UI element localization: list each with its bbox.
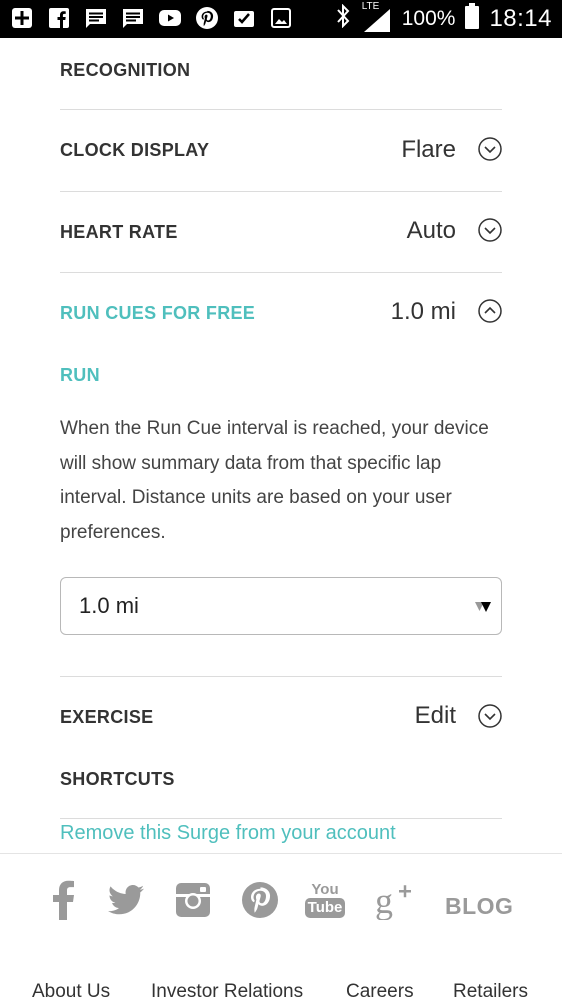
image-icon (269, 6, 293, 30)
recognition-label: RECOGNITION (60, 60, 191, 80)
facebook-notification-icon (47, 6, 71, 30)
network-type: LTE (361, 1, 380, 12)
battery-percent: 100% (401, 7, 456, 30)
select-value: 1.0 mi (79, 593, 139, 618)
add-box-icon (10, 6, 34, 30)
run-cue-description: When the Run Cue interval is reached, yo… (60, 418, 489, 543)
investor-relations-link[interactable]: Investor Relations (151, 981, 303, 999)
youtube-wordmark-bottom: Tube (304, 898, 346, 918)
remove-device-link[interactable]: Remove this Surge from your account (60, 822, 396, 845)
chevron-up-icon[interactable] (478, 299, 502, 323)
run-cue-interval-select[interactable]: 1.0 mi (60, 577, 502, 635)
exercise-label: EXERCISE (60, 707, 154, 727)
youtube-wordmark-top: You (311, 881, 339, 898)
divider (60, 272, 502, 273)
shortcuts-label: SHORTCUTS (60, 769, 175, 789)
bluetooth-icon (334, 3, 352, 34)
clock-time: 18:14 (489, 5, 552, 32)
run-cues-value[interactable]: 1.0 mi (391, 298, 456, 326)
battery-icon (465, 3, 480, 35)
chevron-down-icon[interactable] (478, 704, 502, 728)
dropdown-arrow-icon (475, 602, 491, 612)
clock-display-label: CLOCK DISPLAY (60, 140, 210, 160)
status-right: LTE 100% 18:14 (334, 0, 552, 38)
heart-rate-label: HEART RATE (60, 222, 178, 242)
notification-icons (10, 6, 293, 30)
twitter-icon[interactable] (107, 876, 145, 924)
youtube-notification-icon (158, 6, 182, 30)
facebook-icon[interactable] (50, 876, 78, 924)
divider (60, 818, 502, 819)
signal-icon: LTE (362, 1, 392, 33)
youtube-icon[interactable]: You Tube (304, 876, 346, 924)
blog-link[interactable]: BLOG (445, 893, 513, 920)
run-cues-label: RUN CUES FOR FREE (60, 303, 256, 323)
chevron-down-icon[interactable] (478, 137, 502, 161)
chevron-down-icon[interactable] (478, 218, 502, 242)
pinterest-icon[interactable] (241, 876, 279, 924)
clock-display-value[interactable]: Flare (401, 136, 456, 164)
footer-divider (0, 853, 562, 854)
status-bar: LTE 100% 18:14 (0, 0, 562, 38)
message-icon (84, 6, 108, 30)
google-plus-icon[interactable]: g (374, 876, 414, 924)
divider (60, 676, 502, 677)
careers-link[interactable]: Careers (346, 981, 414, 999)
pinterest-notification-icon (195, 6, 219, 30)
divider (60, 109, 502, 110)
heart-rate-value[interactable]: Auto (407, 217, 456, 245)
svg-text:g: g (375, 881, 393, 920)
exercise-value[interactable]: Edit (415, 702, 456, 730)
divider (60, 191, 502, 192)
message-icon-2 (121, 6, 145, 30)
run-section-title: RUN (60, 365, 100, 385)
retailers-link[interactable]: Retailers (453, 981, 528, 999)
instagram-icon[interactable] (174, 876, 212, 924)
about-us-link[interactable]: About Us (32, 981, 110, 999)
inbox-icon (232, 6, 256, 30)
